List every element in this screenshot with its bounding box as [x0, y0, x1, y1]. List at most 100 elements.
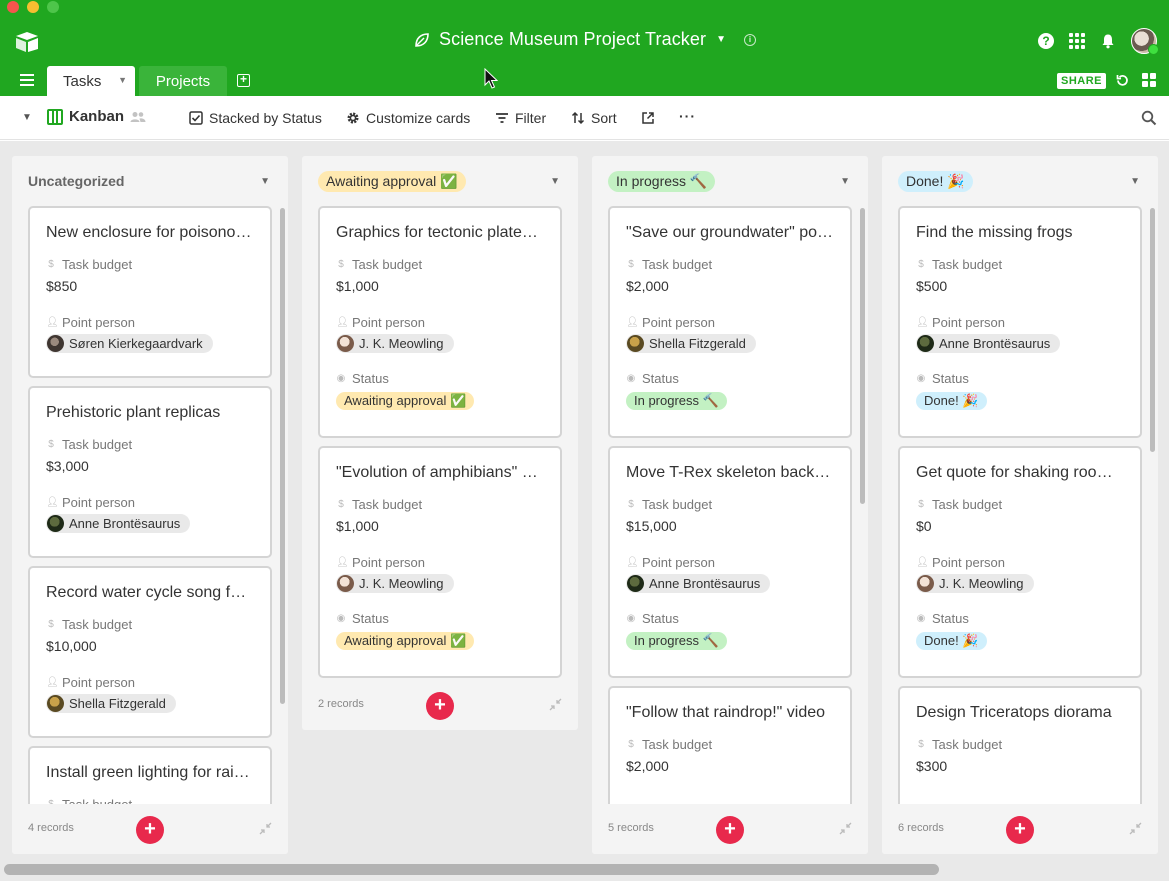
record-card[interactable]: Get quote for shaking room floor $ Task b… [898, 446, 1142, 678]
field-label-text: Status [352, 370, 389, 386]
hamburger-menu-icon[interactable] [20, 74, 34, 86]
add-record-button[interactable]: + [136, 816, 164, 844]
field-label-text: Status [352, 610, 389, 626]
chevron-down-icon[interactable]: ▼ [840, 176, 850, 187]
chevron-down-icon[interactable]: ▼ [716, 34, 726, 45]
record-card[interactable]: New enclosure for poisonous frogs $ Task … [28, 206, 272, 378]
budget-value: $0 [916, 518, 932, 534]
field-label-text: Point person [62, 674, 135, 690]
field-label-text: Task budget [352, 256, 423, 272]
currency-icon: $ [628, 738, 634, 750]
column-title: In progress 🔨 [608, 170, 716, 192]
customize-cards-button[interactable]: Customize cards [346, 110, 470, 126]
field-label-text: Point person [62, 494, 135, 510]
collapse-icon[interactable] [839, 822, 852, 835]
field-label-text: Task budget [62, 796, 133, 805]
card-title: "Evolution of amphibians" video [336, 464, 544, 481]
field-label: $ Task budget [626, 496, 834, 512]
column-title: Uncategorized [28, 173, 125, 189]
record-card[interactable]: Record water cycle song for exhibit $ Tas… [28, 566, 272, 738]
user-avatar[interactable] [1131, 28, 1159, 55]
search-icon[interactable] [1141, 110, 1157, 126]
add-record-button[interactable]: + [426, 692, 454, 720]
filter-button[interactable]: Filter [495, 110, 546, 126]
status-icon: ◉ [626, 372, 636, 384]
field-label: 👤︎ Point person [46, 494, 254, 510]
record-card[interactable]: "Evolution of amphibians" video $ Task bu… [318, 446, 562, 678]
sort-button[interactable]: Sort [571, 110, 617, 126]
chevron-down-icon[interactable]: ▼ [1130, 176, 1140, 187]
history-icon[interactable] [1115, 73, 1130, 88]
record-card[interactable]: Find the missing frogs $ Task budget $500… [898, 206, 1142, 438]
chevron-down-icon[interactable]: ▼ [260, 176, 270, 187]
record-card[interactable]: Design Triceratops diorama $ Task budget … [898, 686, 1142, 804]
currency-icon: $ [628, 498, 634, 510]
record-card[interactable]: Install green lighting for rainforest $T… [28, 746, 272, 804]
column-footer: 6 records + [882, 804, 1158, 854]
add-record-button[interactable]: + [1006, 816, 1034, 844]
person-name: Shella Fitzgerald [649, 335, 746, 351]
user-icon: 👤︎ [626, 316, 639, 328]
add-table-icon[interactable]: + [237, 73, 250, 87]
column-scrollbar[interactable] [280, 208, 285, 704]
column-scrollbar[interactable] [1150, 208, 1155, 452]
share-button[interactable]: SHARE [1057, 73, 1107, 89]
status-value: Done! 🎉 [916, 390, 1124, 410]
person-name: J. K. Meowling [359, 335, 444, 351]
field-label: 👤︎ Point person [916, 314, 1124, 330]
collaborative-view-icon [130, 111, 146, 122]
tab-projects[interactable]: Projects [139, 66, 227, 96]
maximize-window-button[interactable] [47, 1, 59, 13]
person-name: Anne Brontësaurus [939, 335, 1051, 351]
status-badge: Done! 🎉 [916, 392, 987, 410]
record-card[interactable]: "Follow that raindrop!" video $ Task budg… [608, 686, 852, 804]
close-window-button[interactable] [7, 1, 19, 13]
budget-value: $850 [46, 278, 78, 294]
base-title[interactable]: Science Museum Project Tracker [439, 29, 706, 50]
field-label-text: Task budget [62, 436, 133, 452]
currency-icon: $ [338, 258, 344, 270]
column-scrollbar[interactable] [860, 208, 865, 504]
card-title: Graphics for tectonic plates exhibit [336, 224, 544, 241]
chevron-down-icon[interactable]: ▼ [118, 75, 127, 85]
card-title: Move T-Rex skeleton back to lobby [626, 464, 834, 481]
add-record-button[interactable]: + [716, 816, 744, 844]
share-view-icon[interactable] [641, 111, 655, 125]
collapse-icon[interactable] [549, 698, 562, 711]
view-switcher[interactable]: Kanban [47, 108, 146, 125]
chevron-down-icon[interactable]: ▼ [550, 176, 560, 187]
status-icon: ◉ [336, 372, 346, 384]
filter-icon [496, 113, 508, 123]
field-label-text: Task budget [642, 256, 713, 272]
stacked-by-button[interactable]: Stacked by Status [189, 110, 322, 126]
apps-grid-icon[interactable] [1069, 33, 1085, 49]
record-card[interactable]: Prehistoric plant replicas $ Task budget … [28, 386, 272, 558]
user-icon: 👤︎ [916, 316, 929, 328]
blocks-icon[interactable] [1142, 73, 1157, 88]
record-count: 5 records [608, 822, 654, 834]
more-options-icon[interactable]: ··· [679, 108, 696, 124]
info-icon[interactable]: i [744, 33, 756, 46]
record-card[interactable]: "Save our groundwater" poster $ Task budg… [608, 206, 852, 438]
view-list-toggle-icon[interactable]: ▼ [22, 112, 32, 123]
collapse-icon[interactable] [1129, 822, 1142, 835]
field-label: $ Task budget [46, 796, 254, 805]
currency-icon: $ [918, 498, 924, 510]
window-controls [0, 1, 59, 13]
person-value: Shella Fitzgerald [626, 334, 834, 354]
column-title: Awaiting approval ✅ [318, 170, 466, 192]
record-card[interactable]: Graphics for tectonic plates exhibit $ Ta… [318, 206, 562, 438]
record-card[interactable]: Move T-Rex skeleton back to lobby $ Task … [608, 446, 852, 678]
base-title-area[interactable]: Science Museum Project Tracker ▼ i [0, 29, 1169, 50]
help-icon[interactable]: ? [1038, 33, 1054, 49]
avatar [337, 575, 354, 592]
kanban-column-in-progress: In progress 🔨 ▼ "Save our groundwater" p… [592, 156, 868, 854]
tab-tasks[interactable]: Tasks ▼ [47, 66, 135, 96]
board-horizontal-scrollbar[interactable] [4, 864, 939, 875]
field-label: $ Task budget [626, 736, 834, 752]
status-badge: Awaiting approval ✅ [336, 392, 475, 410]
collapse-icon[interactable] [259, 822, 272, 835]
minimize-window-button[interactable] [27, 1, 39, 13]
bell-icon[interactable] [1100, 33, 1116, 49]
app-header: Science Museum Project Tracker ▼ i ? Tas… [0, 0, 1169, 96]
